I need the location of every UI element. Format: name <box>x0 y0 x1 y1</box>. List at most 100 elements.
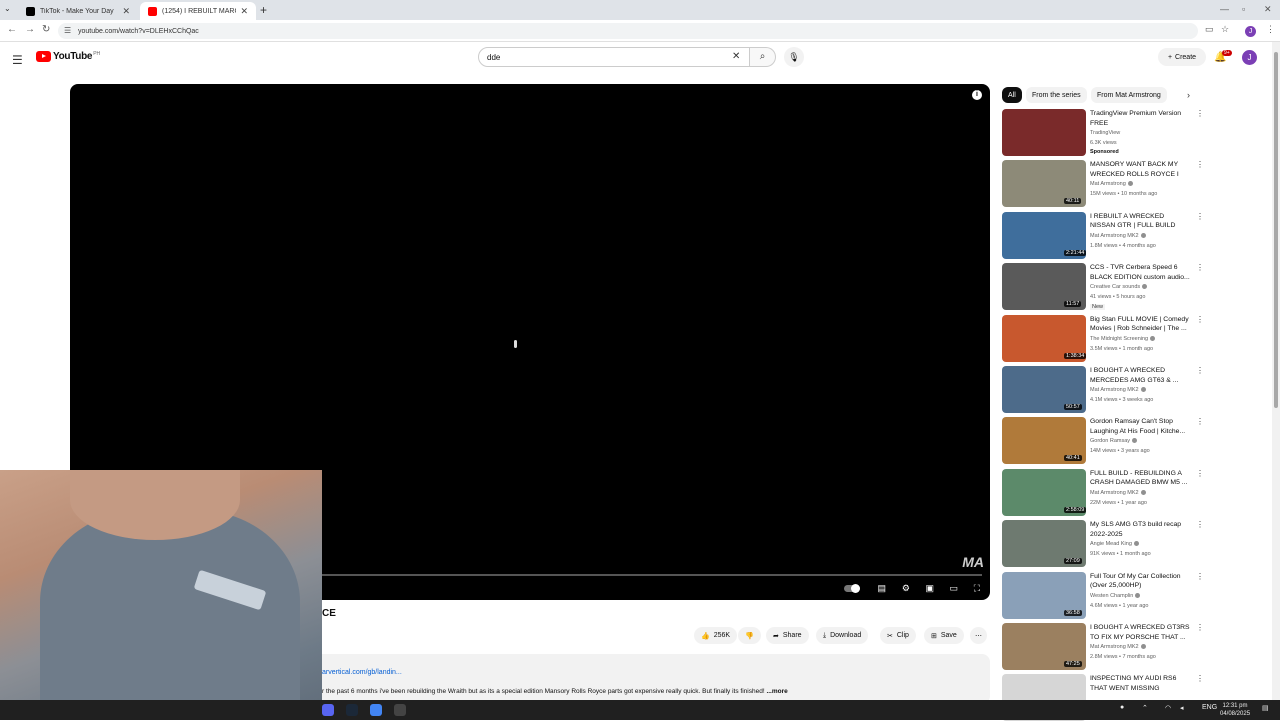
recommendation-item[interactable]: 1:38:34 Big Stan FULL MOVIE | Comedy Movi… <box>1002 314 1204 365</box>
browser-profile-avatar[interactable]: J <box>1245 26 1256 37</box>
recommendation-item[interactable]: 40:41 Gordon Ramsay Can't Stop Laughing A… <box>1002 417 1204 467</box>
recommendation-title[interactable]: I BOUGHT A WRECKED GT3RS TO FIX MY PORSC… <box>1090 623 1190 642</box>
tab-tiktok[interactable]: TikTok - Make Your Day ✕ <box>18 2 138 20</box>
recommendation-item[interactable]: 27:09 My SLS AMG GT3 build recap 2022-202… <box>1002 520 1204 570</box>
recommendation-title[interactable]: Gordon Ramsay Can't Stop Laughing At His… <box>1090 417 1190 436</box>
recommendation-title[interactable]: Big Stan FULL MOVIE | Comedy Movies | Ro… <box>1090 315 1190 334</box>
channel-name[interactable]: Mat Armstrong <box>1090 181 1133 187</box>
more-options-icon[interactable]: ⋮ <box>1196 212 1204 221</box>
tray-app-icon[interactable]: ● <box>1120 704 1124 711</box>
chevron-right-icon[interactable]: › <box>1187 90 1190 100</box>
channel-watermark[interactable]: MA <box>962 554 984 570</box>
scrollbar-thumb[interactable] <box>1274 52 1278 408</box>
channel-name[interactable]: Mat Armstrong MK2 <box>1090 387 1146 393</box>
clip-button[interactable]: ✂ Clip <box>880 627 916 644</box>
discord-icon[interactable] <box>322 704 334 716</box>
language-indicator[interactable]: ENG <box>1202 704 1217 711</box>
theater-mode-icon[interactable]: ▭ <box>949 583 958 594</box>
autoplay-toggle[interactable] <box>844 584 860 593</box>
reload-icon[interactable]: ↻ <box>42 24 50 35</box>
recommendation-title[interactable]: I REBUILT A WRECKED NISSAN GTR | FULL BU… <box>1090 212 1190 231</box>
wifi-icon[interactable]: ◠ <box>1165 704 1171 712</box>
voice-search-button[interactable]: 🎙 <box>784 47 804 67</box>
channel-name[interactable]: TradingView <box>1090 130 1120 136</box>
chip-from-channel[interactable]: From Mat Armstrong <box>1091 87 1167 103</box>
back-icon[interactable]: ← <box>7 24 17 35</box>
url-field[interactable]: ☰ youtube.com/watch?v=DLEHxCChQac <box>58 23 1198 39</box>
recommendation-item[interactable]: 2:21:44 I REBUILT A WRECKED NISSAN GTR | … <box>1002 211 1204 262</box>
settings-gear-icon[interactable]: ⚙ <box>902 583 910 594</box>
show-more-link[interactable]: ...more <box>766 688 787 695</box>
minimize-icon[interactable]: — <box>1220 4 1229 14</box>
create-button[interactable]: + Create <box>1158 48 1206 66</box>
progress-bar[interactable] <box>320 574 982 576</box>
recommendation-item[interactable]: 11:57 CCS - TVR Cerbera Speed 6 BLACK EDI… <box>1002 263 1204 313</box>
site-info-icon[interactable]: ☰ <box>64 26 71 35</box>
recommendation-title[interactable]: INSPECTING MY AUDI RS6 THAT WENT MISSING <box>1090 674 1190 693</box>
chrome-icon[interactable] <box>370 704 382 716</box>
dislike-button[interactable]: 👎 <box>738 627 761 644</box>
more-options-icon[interactable]: ⋮ <box>1196 469 1204 478</box>
volume-icon[interactable]: ◂ <box>1180 704 1184 712</box>
recommendation-title[interactable]: CCS - TVR Cerbera Speed 6 BLACK EDITION … <box>1090 263 1190 282</box>
info-icon[interactable]: i <box>972 90 982 100</box>
recommendation-title[interactable]: My SLS AMG GT3 build recap 2022-2025 <box>1090 520 1190 539</box>
chip-from-series[interactable]: From the series <box>1026 87 1087 103</box>
subtitles-icon[interactable]: ▤ <box>877 583 886 594</box>
more-options-icon[interactable]: ⋮ <box>1196 623 1204 632</box>
more-options-icon[interactable]: ⋮ <box>1196 263 1204 272</box>
search-input[interactable]: dde <box>478 47 750 67</box>
forward-icon[interactable]: → <box>25 24 35 35</box>
steam-icon[interactable] <box>346 704 358 716</box>
more-actions-button[interactable]: ⋯ <box>970 627 987 644</box>
more-options-icon[interactable]: ⋮ <box>1196 160 1204 169</box>
install-icon[interactable]: ▭ <box>1205 24 1214 35</box>
fullscreen-icon[interactable]: ⛶ <box>974 583 980 594</box>
more-options-icon[interactable]: ⋮ <box>1196 572 1204 581</box>
recommendation-item[interactable]: TradingView Premium Version FREE TradingV… <box>1002 109 1204 159</box>
recommendation-title[interactable]: I BOUGHT A WRECKED MERCEDES AMG GT63 & .… <box>1090 366 1190 385</box>
obs-icon[interactable] <box>394 704 406 716</box>
download-button[interactable]: ⤓ Download <box>816 627 869 644</box>
save-button[interactable]: ⊞ Save <box>924 627 964 644</box>
more-options-icon[interactable]: ⋮ <box>1196 417 1204 426</box>
menu-icon[interactable]: ☰ <box>12 53 23 67</box>
youtube-logo[interactable]: YouTube PH <box>36 51 100 62</box>
clear-search-icon[interactable]: ✕ <box>732 51 740 62</box>
close-window-icon[interactable]: ✕ <box>1264 4 1272 15</box>
recommendation-title[interactable]: Full Tour Of My Car Collection (Over 25,… <box>1090 572 1190 591</box>
tab-search-icon[interactable]: ⌄ <box>4 4 11 13</box>
channel-name[interactable]: The Midnight Screening <box>1090 336 1156 342</box>
tab-youtube[interactable]: (1254) I REBUILT MARCUS RAS... ✕ <box>140 2 256 20</box>
recommendation-title[interactable]: MANSORY WANT BACK MY WRECKED ROLLS ROYCE… <box>1090 160 1190 179</box>
channel-name[interactable]: Creative Car sounds <box>1090 284 1148 290</box>
bookmark-star-icon[interactable]: ☆ <box>1221 24 1229 35</box>
channel-name[interactable]: Gordon Ramsay <box>1090 438 1138 444</box>
chip-all[interactable]: All <box>1002 87 1022 103</box>
more-options-icon[interactable]: ⋮ <box>1196 520 1204 529</box>
browser-menu-icon[interactable]: ⋮ <box>1266 24 1275 35</box>
account-avatar[interactable]: J <box>1242 50 1257 65</box>
close-icon[interactable]: ✕ <box>122 6 130 17</box>
channel-name[interactable]: Mat Armstrong MK2 <box>1090 644 1146 650</box>
recommendation-item[interactable]: 47:25 I BOUGHT A WRECKED GT3RS TO FIX MY … <box>1002 623 1204 673</box>
recommendation-item[interactable]: 36:58 Full Tour Of My Car Collection (Ove… <box>1002 571 1204 622</box>
tray-chevron-icon[interactable]: ⌃ <box>1142 704 1148 712</box>
video-thumbnail[interactable] <box>1002 109 1086 156</box>
notification-center-icon[interactable]: ▤ <box>1262 704 1269 712</box>
recommendation-item[interactable]: 40:11 MANSORY WANT BACK MY WRECKED ROLLS … <box>1002 160 1204 210</box>
new-tab-icon[interactable]: + <box>260 3 267 17</box>
system-clock[interactable]: 12:31 pm 04/08/2025 <box>1220 702 1250 718</box>
more-options-icon[interactable]: ⋮ <box>1196 674 1204 683</box>
more-options-icon[interactable]: ⋮ <box>1196 315 1204 324</box>
miniplayer-icon[interactable]: ▣ <box>925 583 934 594</box>
recommendation-item[interactable]: 50:57 I BOUGHT A WRECKED MERCEDES AMG GT6… <box>1002 366 1204 416</box>
recommendation-title[interactable]: TradingView Premium Version FREE <box>1090 109 1190 128</box>
channel-name[interactable]: Angie Mead King <box>1090 541 1139 547</box>
channel-name[interactable]: Mat Armstrong MK2 <box>1090 233 1146 239</box>
maximize-icon[interactable]: ▫ <box>1242 4 1245 14</box>
description-link[interactable]: arvertical.com/gb/landin... <box>322 669 402 676</box>
recommendation-title[interactable]: FULL BUILD - REBUILDING A CRASH DAMAGED … <box>1090 469 1190 488</box>
channel-name[interactable]: Westen Champlin <box>1090 593 1141 599</box>
close-icon[interactable]: ✕ <box>240 6 248 17</box>
